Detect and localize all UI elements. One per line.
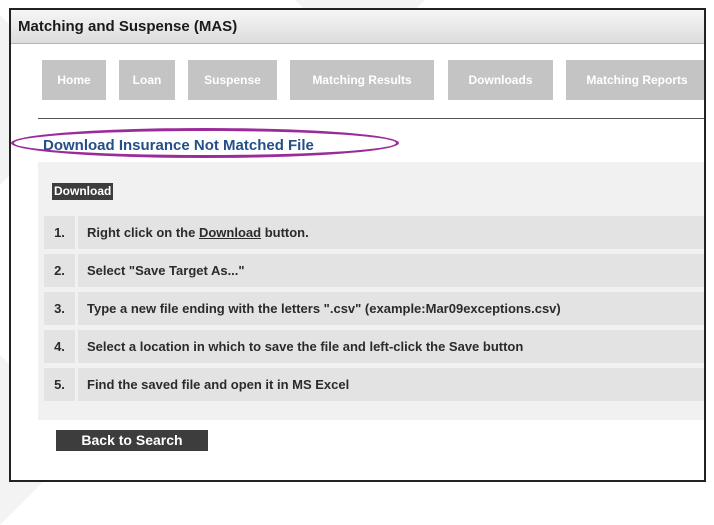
tab-matching-reports[interactable]: Matching Reports xyxy=(566,60,704,100)
step-text-part: button. xyxy=(261,225,309,240)
step-row: 1. Right click on the Download button. xyxy=(44,216,704,249)
step-row: 4. Select a location in which to save th… xyxy=(44,330,704,363)
tab-loan[interactable]: Loan xyxy=(119,60,175,100)
heading-row: Download Insurance Not Matched File xyxy=(11,128,704,160)
step-text: Type a new file ending with the letters … xyxy=(78,292,704,325)
tab-suspense[interactable]: Suspense xyxy=(188,60,277,100)
divider xyxy=(38,118,704,119)
download-word-link: Download xyxy=(198,225,262,240)
step-text: Select a location in which to save the f… xyxy=(78,330,704,363)
step-text-part: Right click on the xyxy=(87,225,199,240)
tab-matching-results[interactable]: Matching Results xyxy=(290,60,434,100)
download-link[interactable]: Download xyxy=(52,183,114,200)
page-heading: Download Insurance Not Matched File xyxy=(43,137,314,154)
step-row: 3. Type a new file ending with the lette… xyxy=(44,292,704,325)
step-text: Right click on the Download button. xyxy=(78,216,704,249)
step-number: 3. xyxy=(44,292,75,325)
nav-bar: Home Loan Suspense Matching Results Down… xyxy=(11,60,704,100)
step-row: 5. Find the saved file and open it in MS… xyxy=(44,368,704,401)
app-title: Matching and Suspense (MAS) xyxy=(18,18,238,35)
tab-home[interactable]: Home xyxy=(42,60,106,100)
step-number: 4. xyxy=(44,330,75,363)
back-to-search-button[interactable]: Back to Search xyxy=(56,430,208,451)
step-text: Select "Save Target As..." xyxy=(78,254,704,287)
step-text: Find the saved file and open it in MS Ex… xyxy=(78,368,704,401)
app-window: Matching and Suspense (MAS) Home Loan Su… xyxy=(9,8,706,482)
step-number: 2. xyxy=(44,254,75,287)
step-number: 1. xyxy=(44,216,75,249)
title-bar: Matching and Suspense (MAS) xyxy=(11,10,704,44)
step-number: 5. xyxy=(44,368,75,401)
tab-downloads[interactable]: Downloads xyxy=(448,60,553,100)
step-row: 2. Select "Save Target As..." xyxy=(44,254,704,287)
